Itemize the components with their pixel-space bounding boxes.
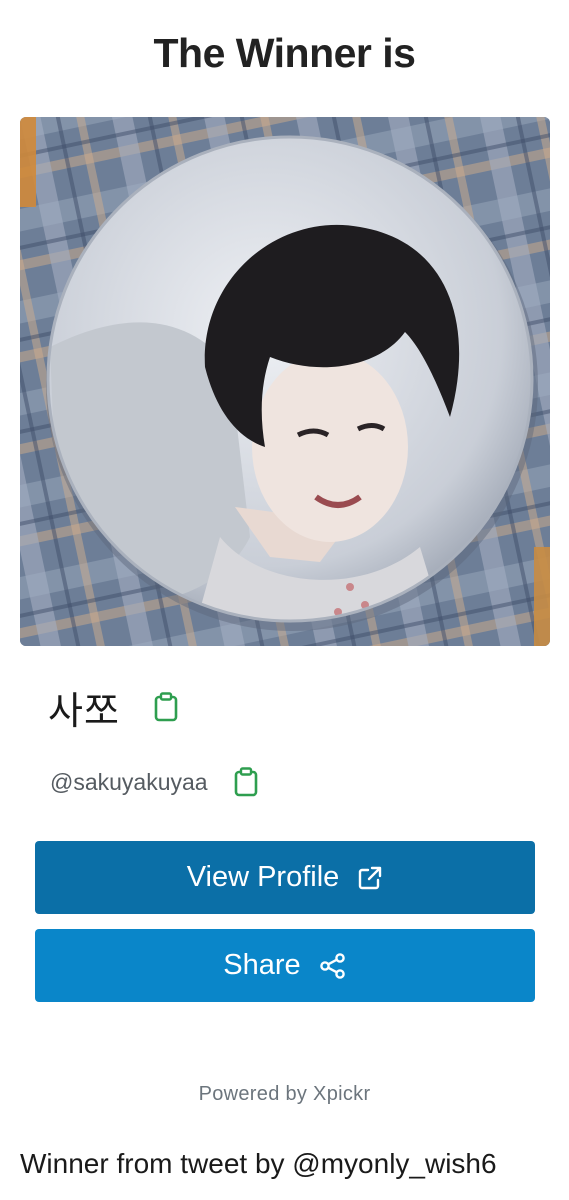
- share-label: Share: [223, 949, 301, 981]
- winner-photo: [20, 117, 550, 646]
- powered-by-text: Powered by Xpickr: [198, 1083, 371, 1105]
- winner-name-row: 사쪼: [48, 682, 178, 733]
- share-button[interactable]: Share: [35, 929, 535, 1002]
- copy-handle-icon[interactable]: [234, 767, 258, 797]
- view-profile-label: View Profile: [186, 861, 340, 893]
- winner-handle: @sakuyakuyaa: [50, 768, 208, 795]
- winner-handle-row: @sakuyakuyaa: [50, 764, 258, 800]
- clipboard-icon: [234, 767, 257, 797]
- copy-name-icon[interactable]: [154, 692, 178, 722]
- clipboard-icon: [154, 692, 178, 722]
- winner-display-name: 사쪼: [48, 688, 120, 733]
- external-link-icon: [357, 865, 383, 891]
- share-icon: [319, 952, 347, 980]
- winner-photo-image: [20, 117, 550, 646]
- winner-source-text: Winner from tweet by @myonly_wish6: [20, 1148, 497, 1179]
- winner-page: The Winner is 사쪼 @sakuyakuyaa View Profi…: [0, 0, 569, 1200]
- view-profile-button[interactable]: View Profile: [35, 841, 535, 914]
- page-title: The Winner is: [153, 30, 416, 76]
